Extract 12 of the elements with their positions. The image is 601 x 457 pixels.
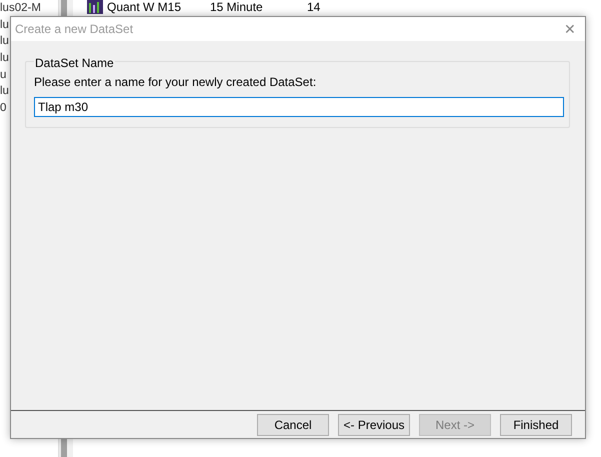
window-title: Create a new DataSet bbox=[14, 22, 134, 36]
table-cell-text: Quant W M15 bbox=[107, 0, 182, 14]
table-cell-text: 15 Minute bbox=[210, 0, 264, 14]
list-item[interactable]: lus02-M bbox=[0, 0, 58, 17]
wizard-button[interactable]: Cancel bbox=[257, 414, 329, 436]
wizard-button[interactable]: Finished bbox=[500, 414, 572, 436]
table-cell: 14 bbox=[307, 0, 320, 14]
name-field[interactable]: Tlap m30 bbox=[34, 97, 564, 117]
close-button[interactable]: ✕ bbox=[555, 17, 585, 41]
wizard-button[interactable]: <- Previous bbox=[338, 414, 410, 436]
chart-icon bbox=[87, 0, 103, 14]
prompt-text: Please enter a name for your newly created DataSet: bbox=[34, 75, 318, 89]
